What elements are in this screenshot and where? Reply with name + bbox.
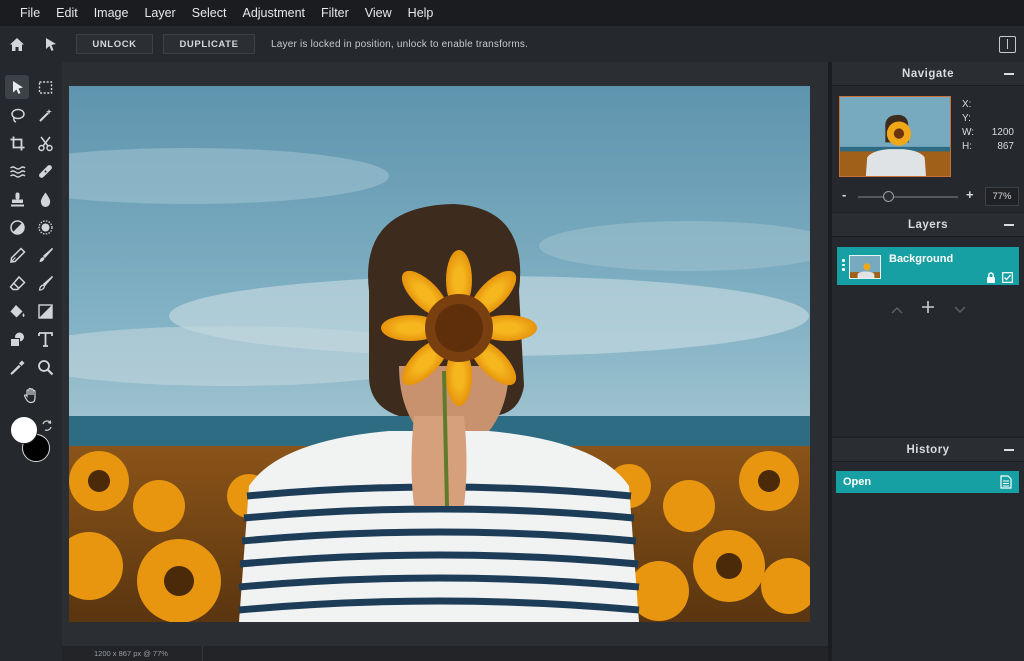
zoom-slider-handle[interactable] — [882, 191, 894, 202]
duplicate-button[interactable]: DUPLICATE — [163, 34, 255, 54]
hand-tool-icon[interactable] — [19, 383, 43, 407]
zoom-slider[interactable] — [858, 196, 958, 198]
canvas-size-info: 1200 x 867 px @ 77% — [94, 649, 168, 658]
navigate-title: Navigate — [902, 67, 954, 80]
blur-drop-icon[interactable] — [33, 187, 57, 211]
collapse-icon[interactable] — [1004, 449, 1014, 451]
layer-item[interactable]: Background — [837, 247, 1019, 285]
layer-name: Background — [889, 253, 954, 265]
gradient-tool-icon[interactable] — [33, 299, 57, 323]
healing-bandage-icon[interactable] — [33, 159, 57, 183]
crop-tool-icon[interactable] — [5, 131, 29, 155]
menu-image[interactable]: Image — [94, 6, 129, 20]
add-layer-icon[interactable] — [921, 300, 935, 319]
menu-adjustment[interactable]: Adjustment — [242, 6, 305, 20]
drag-handle-icon[interactable] — [842, 259, 845, 273]
layers-header[interactable]: Layers — [832, 213, 1024, 237]
h-label: H: — [962, 141, 972, 152]
tool-palette — [0, 62, 62, 661]
history-title: History — [906, 443, 950, 456]
move-layer-up-icon[interactable] — [890, 302, 904, 320]
color-replace-brush-icon[interactable] — [33, 271, 57, 295]
move-tool-icon[interactable] — [5, 75, 29, 99]
zoom-percent-field[interactable]: 77% — [985, 187, 1019, 206]
status-bar: 1200 x 867 px @ 77% — [62, 646, 828, 661]
options-bar: UNLOCK DUPLICATE Layer is locked in posi… — [0, 26, 1024, 62]
lasso-tool-icon[interactable] — [5, 103, 29, 127]
zoom-in-button[interactable]: + — [966, 187, 974, 202]
magic-wand-icon[interactable] — [33, 103, 57, 127]
layer-controls — [832, 299, 1024, 319]
unlock-button[interactable]: UNLOCK — [76, 34, 153, 54]
navigate-panel: Navigate X: Y: W: 1200 H: 867 - + 77% — [832, 62, 1024, 212]
canvas-image[interactable] — [69, 86, 810, 622]
sponge-tool-icon[interactable] — [33, 215, 57, 239]
eraser-tool-icon[interactable] — [5, 271, 29, 295]
paint-bucket-icon[interactable] — [5, 299, 29, 323]
menu-edit[interactable]: Edit — [56, 6, 78, 20]
zoom-tool-icon[interactable] — [33, 355, 57, 379]
history-item[interactable]: Open — [836, 471, 1019, 493]
lock-icon[interactable] — [986, 270, 996, 288]
history-header[interactable]: History — [832, 438, 1024, 462]
w-label: W: — [962, 127, 975, 138]
brush-tool-icon[interactable] — [33, 243, 57, 267]
scissors-icon[interactable] — [33, 131, 57, 155]
navigator-preview[interactable] — [839, 96, 951, 177]
text-tool-icon[interactable] — [33, 327, 57, 351]
home-icon[interactable] — [0, 26, 34, 62]
menu-help[interactable]: Help — [408, 6, 434, 20]
pen-tool-icon[interactable] — [5, 243, 29, 267]
layer-thumbnail — [849, 255, 881, 279]
panel-toggle-icon[interactable] — [999, 36, 1016, 53]
menu-file[interactable]: File — [20, 6, 40, 20]
menu-select[interactable]: Select — [192, 6, 227, 20]
history-panel: History Open — [832, 438, 1024, 661]
foreground-color-swatch[interactable] — [10, 416, 38, 444]
status-divider — [202, 646, 203, 661]
move-layer-down-icon[interactable] — [953, 302, 967, 320]
menu-filter[interactable]: Filter — [321, 6, 349, 20]
w-value: 1200 — [991, 127, 1014, 138]
document-icon — [1000, 475, 1012, 494]
clone-stamp-icon[interactable] — [5, 187, 29, 211]
pointer-icon[interactable] — [34, 26, 68, 62]
eyedropper-icon[interactable] — [5, 355, 29, 379]
collapse-icon[interactable] — [1004, 73, 1014, 75]
x-label: X: — [962, 99, 972, 110]
visibility-checkbox-icon[interactable] — [1002, 270, 1013, 288]
menu-view[interactable]: View — [365, 6, 392, 20]
zoom-out-button[interactable]: - — [842, 187, 846, 202]
shape-tool-icon[interactable] — [5, 327, 29, 351]
layers-panel: Layers Background — [832, 213, 1024, 436]
y-label: Y: — [962, 113, 971, 124]
liquify-tool-icon[interactable] — [5, 159, 29, 183]
layers-title: Layers — [907, 218, 949, 231]
dodge-burn-icon[interactable] — [5, 215, 29, 239]
swap-colors-icon[interactable] — [40, 418, 54, 432]
marquee-tool-icon[interactable] — [33, 75, 57, 99]
menu-bar: File Edit Image Layer Select Adjustment … — [0, 0, 1024, 26]
lock-message: Layer is locked in position, unlock to e… — [271, 38, 529, 50]
dimensions-readout: X: Y: W: 1200 H: 867 — [962, 98, 1014, 154]
menu-layer[interactable]: Layer — [144, 6, 175, 20]
navigate-header[interactable]: Navigate — [832, 62, 1024, 86]
h-value: 867 — [997, 141, 1014, 152]
zoom-control: - + 77% — [832, 186, 1024, 208]
history-item-label: Open — [843, 476, 872, 488]
collapse-icon[interactable] — [1004, 224, 1014, 226]
